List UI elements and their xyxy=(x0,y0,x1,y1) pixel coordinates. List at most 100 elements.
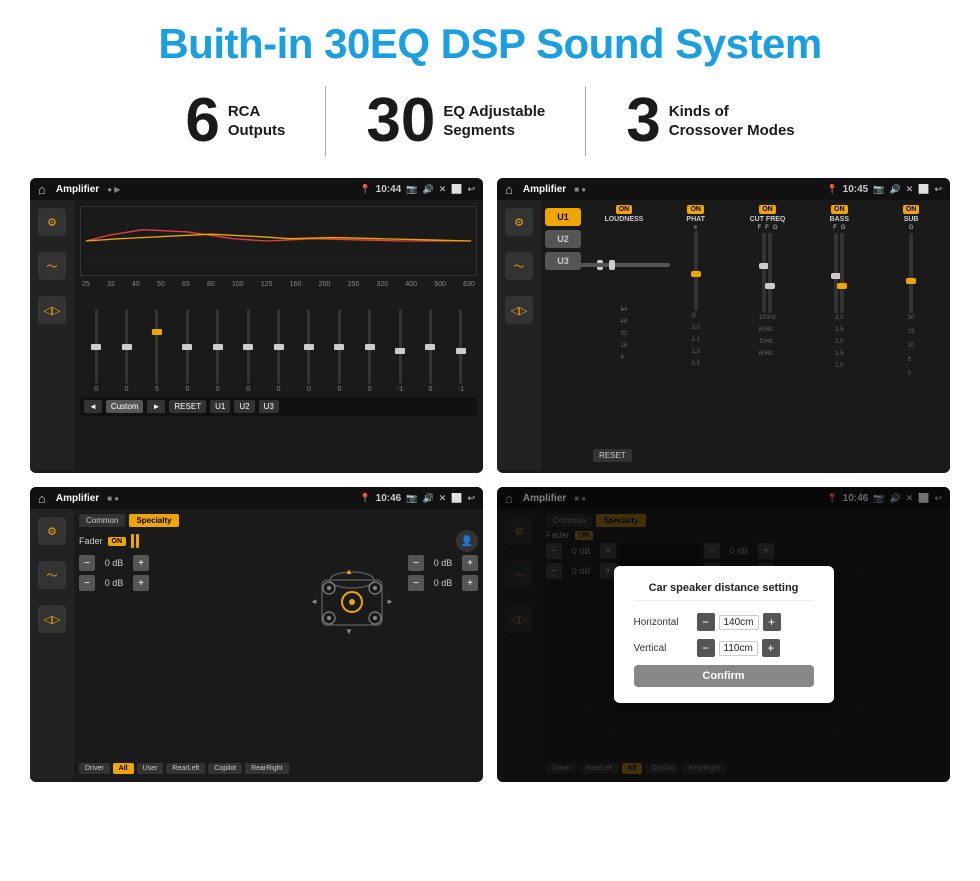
volume-control-icon[interactable]: ◁▷ xyxy=(38,296,66,324)
slider-3[interactable]: 5 xyxy=(143,309,171,393)
bass-sliders xyxy=(834,233,844,313)
wave-icon[interactable]: 〜 xyxy=(38,252,66,280)
back-icon[interactable]: ↩ xyxy=(467,184,475,195)
camera-icon: 📷 xyxy=(406,184,417,195)
bass-slider-1[interactable] xyxy=(834,233,838,313)
vertical-minus-btn[interactable]: − xyxy=(697,639,715,657)
svg-text:▼: ▼ xyxy=(345,627,353,636)
home-icon-2[interactable]: ⌂ xyxy=(505,182,513,197)
db-minus-4[interactable]: − xyxy=(408,575,424,591)
db-minus-3[interactable]: − xyxy=(408,555,424,571)
loudness-on[interactable]: ON xyxy=(616,205,633,214)
fader-settings-icon[interactable]: 👤 xyxy=(456,530,478,552)
fader-tab-common[interactable]: Common xyxy=(79,514,125,527)
location-icon: 📍 xyxy=(359,184,370,195)
slider-6[interactable]: 0 xyxy=(234,309,262,393)
eq-custom-btn[interactable]: Custom xyxy=(106,400,144,413)
amp-controls-container: ON LOUDNESS 6448321 xyxy=(590,205,945,443)
slider-10[interactable]: 0 xyxy=(356,309,384,393)
rear-left-btn[interactable]: RearLeft xyxy=(166,763,205,774)
db-plus-2[interactable]: + xyxy=(133,575,149,591)
dialog-box: Car speaker distance setting Horizontal … xyxy=(614,566,834,703)
stat-item-rca: 6 RCA Outputs xyxy=(145,90,325,152)
sub-on[interactable]: ON xyxy=(903,205,920,214)
back-icon-2[interactable]: ↩ xyxy=(934,184,942,195)
slider-13[interactable]: -1 xyxy=(447,309,475,393)
sub-slider[interactable] xyxy=(909,233,913,313)
slider-1[interactable]: 0 xyxy=(82,309,110,393)
slider-7[interactable]: 0 xyxy=(264,309,292,393)
fader-tab-specialty[interactable]: Specialty xyxy=(129,514,178,527)
u2-button[interactable]: U2 xyxy=(545,230,581,248)
bass-slider-2[interactable] xyxy=(840,233,844,313)
wave-icon-2[interactable]: 〜 xyxy=(505,252,533,280)
status-right-2: 📍 10:45 📷 🔊 ✕ ⬜ ↩ xyxy=(826,184,942,195)
db-minus-1[interactable]: − xyxy=(79,555,95,571)
slider-2[interactable]: 0 xyxy=(112,309,140,393)
volume-control-icon-3[interactable]: ◁▷ xyxy=(38,605,66,633)
eq-icon-3[interactable]: ⚙ xyxy=(38,517,66,545)
slider-5[interactable]: 0 xyxy=(204,309,232,393)
dialog-title: Car speaker distance setting xyxy=(634,582,814,601)
svg-text:◄: ◄ xyxy=(310,597,318,606)
eq-next-btn[interactable]: ► xyxy=(147,400,165,413)
phat-slider[interactable] xyxy=(694,231,698,311)
status-right-3: 📍 10:46 📷 🔊 ✕ ⬜ ↩ xyxy=(359,493,475,504)
db-row-1: − 0 dB + xyxy=(79,555,296,571)
copilot-btn[interactable]: Copilot xyxy=(208,763,242,774)
amp-reset-btn[interactable]: RESET xyxy=(593,449,632,462)
phat-on[interactable]: ON xyxy=(687,205,704,214)
volume-control-icon-2[interactable]: ◁▷ xyxy=(505,296,533,324)
volume-icon: 🔊 xyxy=(422,184,433,195)
cutfreq-slider-1[interactable] xyxy=(762,233,766,313)
eq-u3-btn[interactable]: U3 xyxy=(259,400,279,413)
u3-button[interactable]: U3 xyxy=(545,252,581,270)
cutfreq-slider-2[interactable] xyxy=(768,233,772,313)
slider-4[interactable]: 0 xyxy=(173,309,201,393)
camera-icon-2: 📷 xyxy=(873,184,884,195)
fader-body: − 0 dB + − 0 dB + xyxy=(79,555,478,760)
vertical-plus-btn[interactable]: + xyxy=(762,639,780,657)
db-plus-4[interactable]: + xyxy=(462,575,478,591)
u1-button[interactable]: U1 xyxy=(545,208,581,226)
sub-label: SUB xyxy=(904,216,919,223)
eq-u2-btn[interactable]: U2 xyxy=(234,400,254,413)
user-btn[interactable]: User xyxy=(137,763,164,774)
horizontal-plus-btn[interactable]: + xyxy=(763,613,781,631)
home-icon[interactable]: ⌂ xyxy=(38,182,46,197)
left-controls-amp: ⚙ 〜 ◁▷ xyxy=(497,200,541,470)
eq-prev-btn[interactable]: ◄ xyxy=(84,400,102,413)
horizontal-minus-btn[interactable]: − xyxy=(697,613,715,631)
eq-icon[interactable]: ⚙ xyxy=(38,208,66,236)
close-icon: ✕ xyxy=(439,184,447,195)
bass-on[interactable]: ON xyxy=(831,205,848,214)
confirm-button[interactable]: Confirm xyxy=(634,665,814,687)
wave-icon-3[interactable]: 〜 xyxy=(38,561,66,589)
phat-scale: G3.02.11.30.5 xyxy=(692,313,700,367)
db-plus-3[interactable]: + xyxy=(462,555,478,571)
slider-8[interactable]: 0 xyxy=(295,309,323,393)
location-icon-3: 📍 xyxy=(359,493,370,504)
screen-fader: ⌂ Amplifier ■ ● 📍 10:46 📷 🔊 ✕ ⬜ ↩ ⚙ 〜 ◁▷ xyxy=(30,487,483,782)
all-btn[interactable]: All xyxy=(113,763,134,774)
db-minus-2[interactable]: − xyxy=(79,575,95,591)
slider-9[interactable]: 0 xyxy=(325,309,353,393)
fader-on-label[interactable]: ON xyxy=(108,537,127,546)
slider-12[interactable]: 0 xyxy=(416,309,444,393)
cutfreq-on[interactable]: ON xyxy=(759,205,776,214)
loudness-slider-2[interactable] xyxy=(590,263,670,267)
slider-11[interactable]: -1 xyxy=(386,309,414,393)
stat-number-30: 30 xyxy=(366,90,435,152)
home-icon-3[interactable]: ⌂ xyxy=(38,491,46,506)
driver-btn[interactable]: Driver xyxy=(79,763,110,774)
eq-icon-2[interactable]: ⚙ xyxy=(505,208,533,236)
eq-u1-btn[interactable]: U1 xyxy=(210,400,230,413)
eq-reset-btn[interactable]: RESET xyxy=(169,400,206,413)
dialog-horizontal-label: Horizontal xyxy=(634,617,689,628)
location-icon-2: 📍 xyxy=(826,184,837,195)
back-icon-3[interactable]: ↩ xyxy=(467,493,475,504)
stat-text-eq: EQ Adjustable Segments xyxy=(443,102,545,141)
db-plus-1[interactable]: + xyxy=(133,555,149,571)
rear-right-btn[interactable]: RearRight xyxy=(245,763,289,774)
cutfreq-labels: FFG xyxy=(757,225,777,231)
